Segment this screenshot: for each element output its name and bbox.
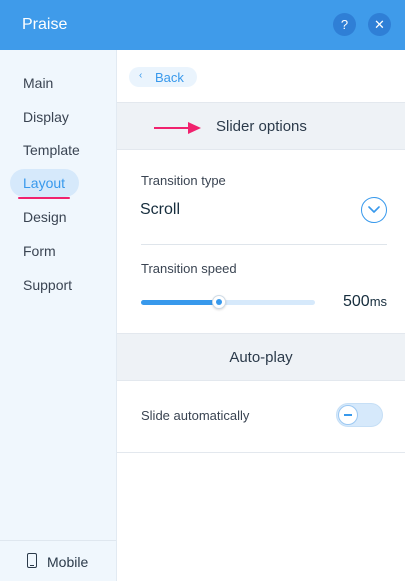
transition-type-label: Transition type (141, 173, 226, 188)
slide-automatically-toggle[interactable] (336, 403, 383, 427)
section-title: Auto-play (229, 349, 293, 366)
autoplay-header: Auto-play (117, 333, 405, 381)
speed-value: 500 (343, 293, 370, 310)
sidebar-item-display[interactable]: Display (23, 109, 69, 125)
slider-options-header: Slider options (117, 102, 405, 150)
transition-type-dropdown[interactable] (361, 197, 387, 223)
annotation-arrow-head (188, 122, 201, 134)
close-button[interactable]: ✕ (368, 13, 391, 36)
sidebar-item-label: Layout (23, 175, 66, 191)
toggle-off-icon (338, 405, 358, 425)
panel-header: Praise ? ✕ (0, 0, 405, 50)
back-button[interactable]: ‹ Back (129, 67, 197, 87)
sidebar-item-design[interactable]: Design (23, 209, 67, 225)
sidebar-item-layout[interactable]: Layout (10, 169, 79, 197)
mobile-phone-icon (27, 553, 37, 568)
annotation-arrow-icon (154, 127, 190, 129)
speed-slider-track[interactable] (141, 300, 315, 305)
help-icon: ? (340, 17, 349, 32)
sidebar-item-template[interactable]: Template (23, 142, 80, 158)
mobile-label: Mobile (47, 554, 89, 570)
help-button[interactable]: ? (333, 13, 356, 36)
back-label: Back (155, 70, 184, 85)
sidebar: Main Display Template Layout Design Form… (0, 50, 117, 581)
transition-type-value[interactable]: Scroll (140, 201, 180, 219)
sidebar-item-form[interactable]: Form (23, 243, 56, 259)
mobile-toggle[interactable]: Mobile (0, 540, 116, 581)
slide-automatically-label: Slide automatically (141, 408, 250, 423)
chevron-down-icon (368, 206, 380, 213)
chevron-left-icon: ‹ (139, 70, 143, 81)
section-title: Slider options (216, 118, 307, 135)
close-icon: ✕ (374, 16, 385, 32)
sidebar-item-main[interactable]: Main (23, 75, 53, 91)
speed-slider-fill (141, 300, 220, 305)
speed-unit: ms (369, 294, 388, 309)
speed-value-display: 500ms (343, 293, 387, 311)
divider (141, 244, 387, 245)
sidebar-item-support[interactable]: Support (23, 277, 72, 293)
divider (117, 452, 405, 453)
panel-title: Praise (22, 16, 68, 33)
transition-speed-label: Transition speed (141, 261, 237, 276)
main-panel: ‹ Back Slider options Transition type Sc… (117, 50, 405, 581)
speed-slider-handle[interactable] (212, 295, 227, 309)
annotation-underline (18, 197, 70, 199)
